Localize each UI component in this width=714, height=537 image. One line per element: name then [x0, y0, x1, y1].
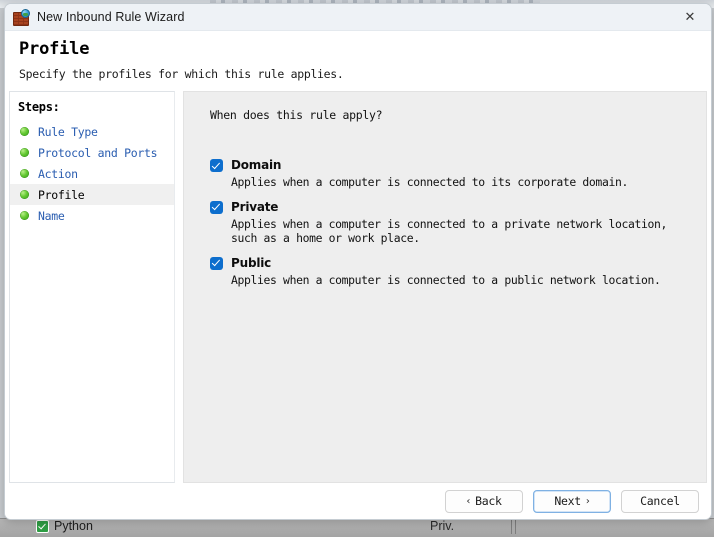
sidebar-item-label: Name [38, 209, 65, 223]
page-subtitle: Specify the profiles for which this rule… [19, 67, 711, 81]
background-row-check-icon [36, 520, 49, 533]
dialog-title: New Inbound Rule Wizard [37, 10, 185, 24]
content-question: When does this rule apply? [210, 108, 686, 122]
domain-checkbox[interactable] [210, 159, 223, 172]
next-button[interactable]: Next › [533, 490, 611, 513]
profile-option-domain: Domain Applies when a computer is connec… [210, 158, 686, 190]
domain-label[interactable]: Domain [231, 158, 281, 172]
dialog-titlebar[interactable]: New Inbound Rule Wizard ✕ [5, 4, 711, 31]
steps-heading: Steps: [10, 100, 174, 121]
dialog-body: Steps: Rule Type Protocol and Ports Acti… [5, 91, 711, 483]
next-button-label: Next [554, 494, 581, 508]
sidebar-item-profile[interactable]: Profile [10, 184, 174, 205]
profile-option-private: Private Applies when a computer is conne… [210, 200, 686, 246]
step-bullet-icon [20, 148, 29, 157]
domain-description: Applies when a computer is connected to … [231, 175, 686, 190]
public-description: Applies when a computer is connected to … [231, 273, 686, 288]
private-label[interactable]: Private [231, 200, 278, 214]
private-checkbox[interactable] [210, 201, 223, 214]
step-bullet-icon [20, 211, 29, 220]
new-inbound-rule-wizard-dialog: New Inbound Rule Wizard ✕ Profile Specif… [4, 3, 712, 520]
chevron-right-icon: › [586, 496, 590, 507]
chevron-left-icon: ‹ [466, 496, 470, 507]
steps-sidebar: Steps: Rule Type Protocol and Ports Acti… [9, 91, 175, 483]
public-checkbox[interactable] [210, 257, 223, 270]
sidebar-item-label: Rule Type [38, 125, 98, 139]
firewall-icon [13, 9, 30, 25]
content-panel: When does this rule apply? Domain Applie… [183, 91, 707, 483]
background-row-profile: Priv. [430, 518, 454, 535]
sidebar-item-name[interactable]: Name [10, 205, 174, 226]
background-row-label: Python [54, 518, 93, 535]
back-button-label: Back [475, 494, 502, 508]
background-window-bottom[interactable] [0, 518, 714, 537]
sidebar-item-label: Profile [38, 188, 84, 202]
close-icon[interactable]: ✕ [669, 4, 711, 30]
private-description: Applies when a computer is connected to … [231, 217, 686, 246]
page-title: Profile [19, 39, 711, 59]
step-bullet-icon [20, 127, 29, 136]
step-bullet-icon [20, 169, 29, 178]
profile-option-public: Public Applies when a computer is connec… [210, 256, 686, 288]
cancel-button-label: Cancel [640, 494, 680, 508]
sidebar-item-rule-type[interactable]: Rule Type [10, 121, 174, 142]
dialog-header: Profile Specify the profiles for which t… [5, 31, 711, 91]
cancel-button[interactable]: Cancel [621, 490, 699, 513]
background-row-column-divider [511, 520, 512, 534]
sidebar-item-label: Action [38, 167, 78, 181]
step-bullet-icon [20, 190, 29, 199]
dialog-footer: ‹ Back Next › Cancel [5, 483, 711, 519]
sidebar-item-label: Protocol and Ports [38, 146, 157, 160]
public-label[interactable]: Public [231, 256, 271, 270]
sidebar-item-action[interactable]: Action [10, 163, 174, 184]
back-button[interactable]: ‹ Back [445, 490, 523, 513]
sidebar-item-protocol-and-ports[interactable]: Protocol and Ports [10, 142, 174, 163]
